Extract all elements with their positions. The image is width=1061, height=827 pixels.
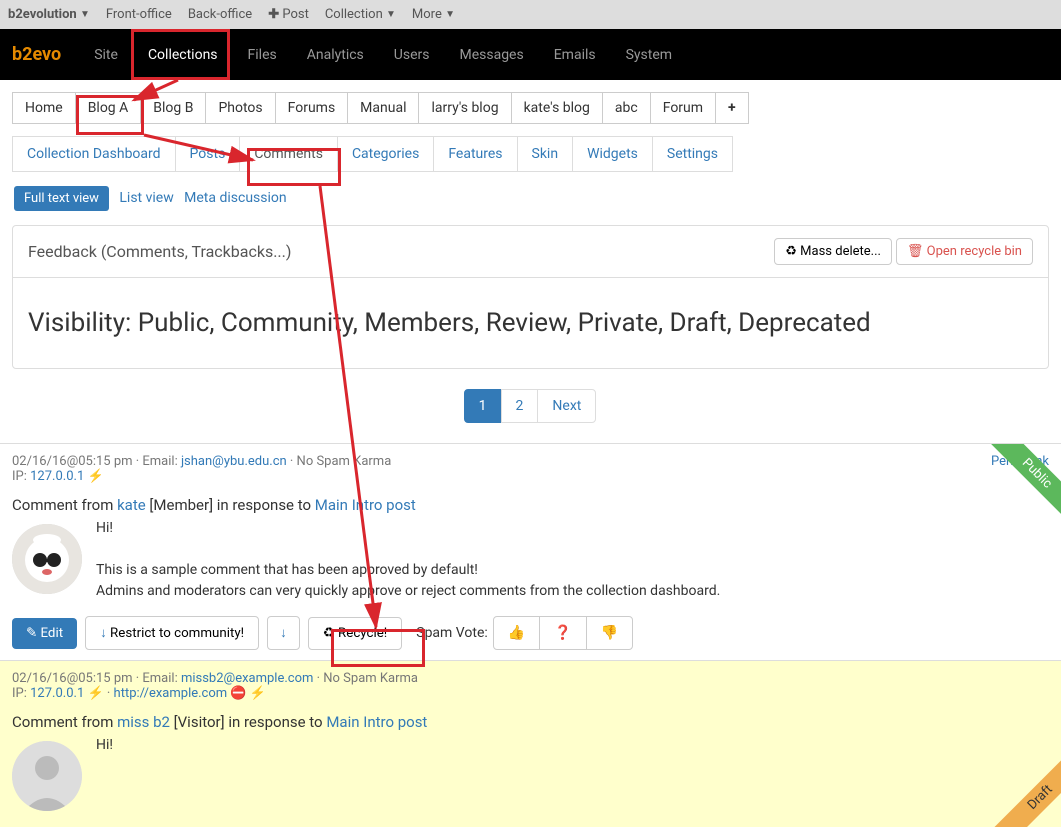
comment-site-link[interactable]: http://example.com <box>114 686 228 701</box>
pencil-icon: ✎ <box>26 626 37 641</box>
spam-vote-up[interactable]: 👍 <box>493 616 540 650</box>
comment-post-link[interactable]: Main Intro post <box>326 713 427 731</box>
list-view-link[interactable]: List view <box>119 190 173 206</box>
nav-system[interactable]: System <box>611 31 687 79</box>
recycle-icon: ♻ <box>785 244 797 259</box>
nav-analytics[interactable]: Analytics <box>292 31 379 79</box>
collection-subtabs: Collection Dashboard Posts Comments Cate… <box>0 124 1061 172</box>
avatar[interactable] <box>12 741 82 811</box>
tab-widgets[interactable]: Widgets <box>572 136 653 172</box>
add-collection-button[interactable]: + <box>715 92 749 124</box>
restrict-button[interactable]: ↓ Restrict to community! <box>85 616 259 650</box>
page-next[interactable]: Next <box>537 389 596 423</box>
spam-vote-down[interactable]: 👎 <box>586 616 633 650</box>
page-1[interactable]: 1 <box>464 389 502 423</box>
comment-ip-link[interactable]: 127.0.0.1 <box>30 686 84 701</box>
nav-site[interactable]: Site <box>79 31 133 79</box>
tab-features[interactable]: Features <box>433 136 517 172</box>
comment-actions: ✎ Edit ↓ Restrict to community! ↓ ♻ Recy… <box>12 602 1049 650</box>
nav-files[interactable]: Files <box>233 31 292 79</box>
topbar-more[interactable]: More ▼ <box>412 7 455 22</box>
logo[interactable]: b2evo <box>12 44 61 65</box>
nav-users[interactable]: Users <box>379 31 445 79</box>
coll-abc[interactable]: abc <box>602 92 651 124</box>
comment-title: Comment from kate [Member] in response t… <box>12 496 1049 514</box>
coll-blog-a[interactable]: Blog A <box>75 92 142 124</box>
open-recycle-bin-button[interactable]: 🗑 Open recycle bin <box>896 238 1033 265</box>
caret-down-icon: ▼ <box>386 9 396 20</box>
nav-emails[interactable]: Emails <box>539 31 611 79</box>
topbar-front-office[interactable]: Front-office <box>106 7 172 22</box>
comment-text: Hi! <box>12 735 1049 756</box>
coll-manual[interactable]: Manual <box>347 92 419 124</box>
recycle-icon: ♻ <box>323 626 335 641</box>
comment-title: Comment from miss b2 [Visitor] in respon… <box>12 713 1049 731</box>
topbar-back-office[interactable]: Back-office <box>188 7 252 22</box>
ban-icon[interactable]: ⛔ <box>230 686 246 701</box>
tab-dashboard[interactable]: Collection Dashboard <box>12 136 176 172</box>
coll-forum[interactable]: Forum <box>650 92 716 124</box>
comment-ip-link[interactable]: 127.0.0.1 <box>30 469 84 484</box>
spam-vote-label: Spam Vote: <box>416 625 488 641</box>
comment-author-link[interactable]: miss b2 <box>117 713 170 731</box>
recycle-button[interactable]: ♻ Recycle! <box>308 617 402 650</box>
comment-author-link[interactable]: kate <box>117 496 146 514</box>
caret-down-icon: ▼ <box>80 9 90 20</box>
comment-email-link[interactable]: jshan@ybu.edu.cn <box>181 454 287 469</box>
question-icon: ❓ <box>554 625 571 641</box>
coll-photos[interactable]: Photos <box>205 92 275 124</box>
coll-larry[interactable]: larry's blog <box>418 92 511 124</box>
collection-selector: Home Blog A Blog B Photos Forums Manual … <box>0 80 1061 124</box>
full-text-view-button[interactable]: Full text view <box>14 186 109 211</box>
nav-collections[interactable]: Collections <box>133 31 233 79</box>
feedback-panel: Feedback (Comments, Trackbacks...) ♻ Mas… <box>12 225 1049 369</box>
comment-meta: 02/16/16@05:15 pm · Email: jshan@ybu.edu… <box>12 454 1049 484</box>
arrow-down-icon: ↓ <box>100 626 107 641</box>
panel-title: Feedback (Comments, Trackbacks...) <box>28 242 291 261</box>
tab-posts[interactable]: Posts <box>175 136 241 172</box>
demote-button[interactable]: ↓ <box>267 616 300 650</box>
comment-item: 02/16/16@05:15 pm · Email: missb2@exampl… <box>0 660 1061 827</box>
nav-messages[interactable]: Messages <box>444 31 538 79</box>
thumbs-down-icon: 👎 <box>601 625 618 641</box>
brand-dropdown[interactable]: b2evolution ▼ <box>8 7 90 22</box>
thumbs-up-icon: 👍 <box>508 625 525 641</box>
plus-icon: ✚ <box>268 7 279 22</box>
trash-icon: 🗑 <box>907 244 924 259</box>
pagination: 1 2 Next <box>0 389 1061 423</box>
caret-down-icon: ▼ <box>445 9 455 20</box>
arrow-down-icon: ↓ <box>280 626 287 641</box>
system-topbar: b2evolution ▼ Front-office Back-office ✚… <box>0 0 1061 29</box>
topbar-post[interactable]: ✚ Post <box>268 7 309 22</box>
coll-forums[interactable]: Forums <box>275 92 349 124</box>
spam-vote-neutral[interactable]: ❓ <box>539 616 586 650</box>
tab-skin[interactable]: Skin <box>517 136 574 172</box>
tab-settings[interactable]: Settings <box>652 136 733 172</box>
view-mode-bar: Full text view List view Meta discussion <box>0 172 1061 225</box>
coll-blog-b[interactable]: Blog B <box>140 92 206 124</box>
edit-button[interactable]: ✎ Edit <box>12 618 77 649</box>
coll-home[interactable]: Home <box>12 92 76 124</box>
page-2[interactable]: 2 <box>501 389 539 423</box>
topbar-collection[interactable]: Collection ▼ <box>325 7 396 22</box>
mass-delete-button[interactable]: ♻ Mass delete... <box>774 238 892 265</box>
comment-email-link[interactable]: missb2@example.com <box>181 671 313 686</box>
bolt-icon: ⚡ <box>250 686 266 701</box>
comment-item: Permalink 02/16/16@05:15 pm · Email: jsh… <box>0 443 1061 660</box>
coll-kate[interactable]: kate's blog <box>511 92 603 124</box>
main-navbar: b2evo Site Collections Files Analytics U… <box>0 29 1061 80</box>
visibility-filter-heading: Visibility: Public, Community, Members, … <box>28 308 1033 338</box>
comment-post-link[interactable]: Main Intro post <box>315 496 416 514</box>
tab-categories[interactable]: Categories <box>337 136 434 172</box>
avatar[interactable] <box>12 524 82 594</box>
meta-discussion-link[interactable]: Meta discussion <box>184 190 286 206</box>
bolt-icon: ⚡ <box>87 686 103 701</box>
comment-meta: 02/16/16@05:15 pm · Email: missb2@exampl… <box>12 671 1049 701</box>
bolt-icon: ⚡ <box>87 469 103 484</box>
tab-comments[interactable]: Comments <box>239 136 338 172</box>
comment-text: Hi! This is a sample comment that has be… <box>12 518 1049 602</box>
